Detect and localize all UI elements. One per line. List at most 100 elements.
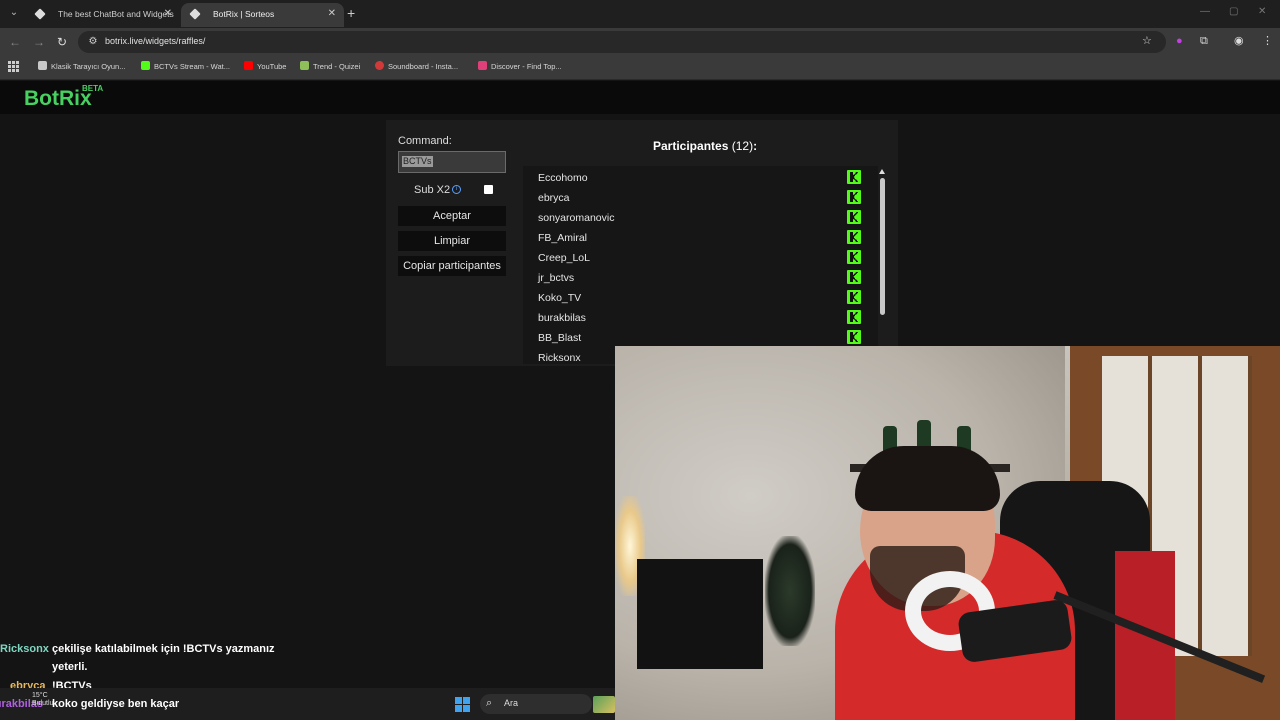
bookmark-favicon-icon (375, 61, 384, 70)
close-window-icon[interactable]: ✕ (1258, 6, 1266, 17)
profile-avatar-icon[interactable]: ◉ (1234, 34, 1244, 48)
chat-message: yeterli. (52, 661, 88, 673)
tab-sorteos[interactable]: BotRix | Sorteos ✕ (181, 3, 344, 27)
apps-grid-icon[interactable] (8, 61, 19, 72)
weather-widget[interactable]: 15°C Bulutlu (20, 692, 53, 708)
reload-icon[interactable]: ↻ (57, 34, 67, 50)
participants-list[interactable]: Eccohomo ebryca sonyaromanovic FB_Amiral… (523, 166, 878, 364)
command-input[interactable]: BCTVs (398, 151, 506, 173)
bookmark-item[interactable]: Soundboard - Insta... (375, 61, 458, 72)
kick-icon (847, 190, 861, 204)
accept-button[interactable]: Aceptar (398, 206, 506, 226)
participant-name: ebryca (538, 192, 570, 204)
taskbar-search-box[interactable] (480, 694, 592, 714)
participants-title: Participantes (653, 139, 729, 153)
participant-name: jr_bctvs (538, 272, 575, 284)
participants-count: (12) (731, 139, 754, 153)
site-header (0, 81, 1280, 114)
kick-favicon-icon (141, 61, 150, 70)
participants-scrollbar-thumb[interactable] (880, 178, 885, 315)
info-icon[interactable]: i (452, 185, 461, 194)
kick-icon (847, 310, 861, 324)
botrix-favicon-icon (189, 8, 201, 20)
search-icon: ⌕ (486, 697, 493, 709)
menu-kebab-icon[interactable]: ⋮ (1262, 34, 1273, 48)
bookmark-star-icon[interactable]: ☆ (1142, 34, 1152, 48)
participant-name: FB_Amiral (538, 232, 588, 244)
maximize-icon[interactable]: ▢ (1229, 6, 1238, 17)
participant-row[interactable]: ebryca (523, 187, 865, 207)
participants-heading: Participantes (12): (653, 139, 757, 153)
participant-row[interactable]: sonyaromanovic (523, 207, 865, 227)
command-label: Command: (398, 135, 452, 147)
bookmark-label: Discover - Find Top... (491, 62, 562, 71)
webcam-plant (765, 536, 815, 646)
bookmark-favicon-icon (478, 61, 487, 70)
forward-arrow-icon[interactable]: → (33, 34, 45, 50)
kick-icon (847, 290, 861, 304)
participant-row[interactable]: BB_Blast (523, 327, 865, 347)
webcam-tv (637, 559, 763, 669)
weather-temp: 15°C (32, 692, 48, 699)
webcam-overlay (615, 346, 1280, 720)
participant-name: burakbilas (538, 312, 586, 324)
close-tab-icon[interactable]: ✕ (164, 3, 172, 25)
back-arrow-icon[interactable]: ← (9, 34, 21, 50)
kick-icon (847, 230, 861, 244)
chat-username: Ricksonx (0, 643, 49, 655)
sub-x2-label: Sub X2 (414, 184, 451, 196)
extension-icon[interactable]: ● (1176, 34, 1183, 48)
bookmark-item[interactable]: Discover - Find Top... (478, 61, 562, 72)
participant-name: BB_Blast (538, 332, 582, 344)
participant-row[interactable]: FB_Amiral (523, 227, 865, 247)
extensions-puzzle-icon[interactable]: ⧉ (1200, 34, 1208, 48)
minimize-icon[interactable]: — (1200, 6, 1210, 17)
clear-button[interactable]: Limpiar (398, 231, 506, 251)
bookmark-label: Soundboard - Insta... (388, 62, 459, 71)
bookmark-favicon-icon (38, 61, 47, 70)
tab-chatbot[interactable]: The best ChatBot and Widgets ✕ (26, 3, 180, 27)
kick-icon (847, 170, 861, 184)
tab-search-chevron-icon[interactable]: ⌄ (6, 5, 22, 21)
participant-row[interactable]: Creep_LoL (523, 247, 865, 267)
tab-label: BotRix | Sorteos (213, 9, 275, 19)
windows-start-icon[interactable] (455, 697, 470, 712)
bookmark-label: BCTVs Stream - Wat... (154, 62, 230, 71)
chat-message: çekilişe katılabilmek için !BCTVs yazman… (52, 643, 275, 655)
kick-icon (847, 270, 861, 284)
kick-icon (847, 210, 861, 224)
participant-row[interactable]: Koko_TV (523, 287, 865, 307)
url-text[interactable]: botrix.live/widgets/raffles/ (105, 36, 205, 46)
participant-row[interactable]: jr_bctvs (523, 267, 865, 287)
close-tab-icon[interactable]: ✕ (328, 3, 336, 25)
participant-row[interactable]: Eccohomo (523, 167, 865, 187)
search-placeholder: Ara (504, 698, 519, 708)
bookmark-item[interactable]: YouTube (244, 61, 286, 72)
participant-name: Ricksonx (538, 352, 581, 364)
kick-icon (847, 330, 861, 344)
address-bar[interactable] (78, 31, 1166, 53)
participant-name: Eccohomo (538, 172, 588, 184)
youtube-favicon-icon (244, 61, 253, 70)
weather-desc: Bulutlu (32, 700, 54, 707)
sub-x2-checkbox[interactable] (484, 185, 493, 194)
command-value: BCTVs (402, 156, 433, 167)
bookmark-item[interactable]: Trend - Quizei (300, 61, 360, 72)
beta-badge: BETA (82, 84, 104, 93)
scroll-up-arrow-icon[interactable] (879, 169, 885, 174)
participant-row[interactable]: burakbilas (523, 307, 865, 327)
taskbar-widget-image[interactable] (593, 696, 615, 713)
kick-icon (847, 250, 861, 264)
bookmark-label: Trend - Quizei (313, 62, 361, 71)
botrix-favicon-icon (34, 8, 46, 20)
bookmark-label: YouTube (257, 62, 287, 71)
copy-participants-button[interactable]: Copiar participantes (398, 256, 506, 276)
bookmark-favicon-icon (300, 61, 309, 70)
chat-message: koko geldiyse ben kaçar (52, 698, 180, 710)
tab-label: The best ChatBot and Widgets (58, 9, 174, 19)
bookmark-label: Klasik Tarayıcı Oyun... (51, 62, 126, 71)
bookmark-item[interactable]: Klasik Tarayıcı Oyun... (38, 61, 125, 72)
new-tab-plus-icon[interactable]: + (347, 5, 355, 21)
site-settings-icon[interactable]: ⚙ (86, 35, 100, 49)
bookmark-item[interactable]: BCTVs Stream - Wat... (141, 61, 230, 72)
